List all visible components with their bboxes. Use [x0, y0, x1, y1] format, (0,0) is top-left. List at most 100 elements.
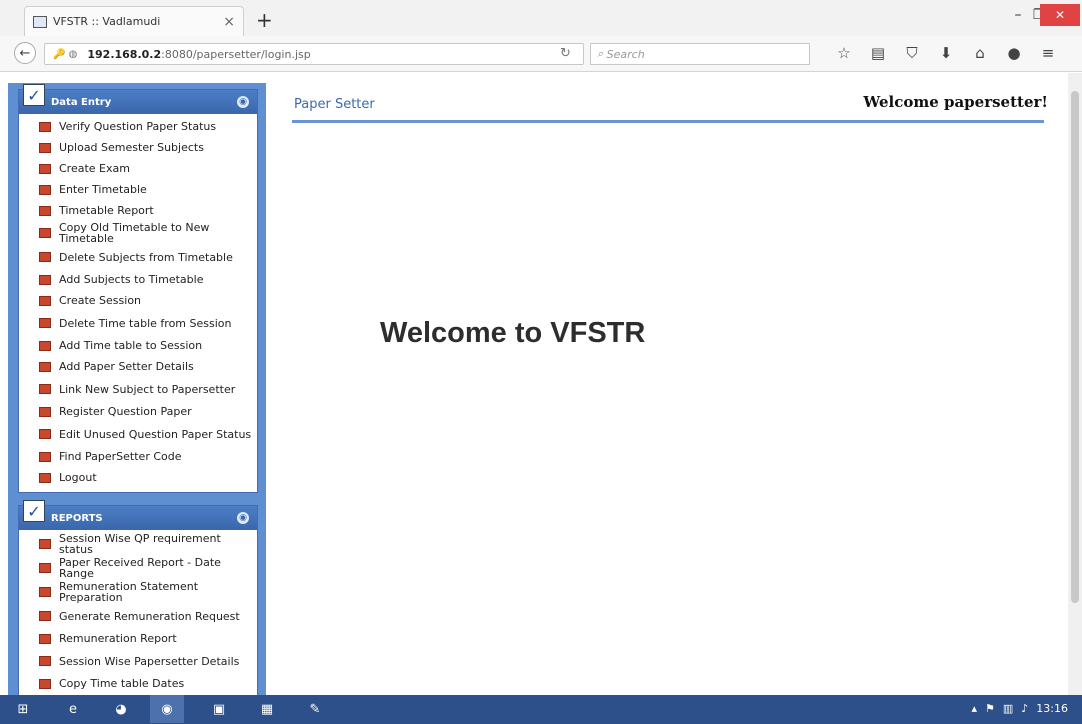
menu-item-copy-time-table-dates[interactable]: Copy Time table Dates: [25, 673, 253, 694]
menu-bullet-icon: [39, 633, 51, 644]
menu-item-delete-subjects-from-timetable[interactable]: Delete Subjects from Timetable: [25, 245, 253, 269]
menu-bullet-icon: [39, 472, 51, 483]
site-favicon-icon: [33, 15, 47, 28]
menu-bullet-icon: [39, 587, 51, 597]
search-input[interactable]: ⌕ Search: [590, 43, 810, 65]
menu-item-find-papersetter-code[interactable]: Find PaperSetter Code: [25, 446, 253, 467]
collapse-icon[interactable]: ◉: [237, 512, 249, 524]
home-icon[interactable]: ⌂: [970, 44, 990, 62]
menu-bullet-icon: [39, 340, 51, 351]
system-tray: ▴ ⚑ ▥ ♪ 13:16: [971, 702, 1068, 715]
reports-header[interactable]: ✓ REPORTS ◉: [19, 500, 257, 530]
menu-bullet-icon: [39, 429, 51, 439]
menu-bullet-icon: [39, 274, 51, 285]
menu-item-link-new-subject[interactable]: Link New Subject to Papersetter: [25, 377, 253, 401]
menu-item-edit-unused-question-paper-status[interactable]: Edit Unused Question Paper Status: [25, 422, 253, 446]
checkmark-icon: ✓: [23, 84, 45, 106]
menu-bullet-icon: [39, 252, 51, 262]
menu-bullet-icon: [39, 563, 51, 573]
network-icon[interactable]: ▥: [1003, 702, 1013, 715]
menu-item-create-exam[interactable]: Create Exam: [25, 158, 253, 179]
menu-item-add-subjects-to-timetable[interactable]: Add Subjects to Timetable: [25, 269, 253, 290]
menu-item-register-question-paper[interactable]: Register Question Paper: [25, 401, 253, 422]
data-entry-header[interactable]: ✓ Data Entry ◉: [19, 84, 257, 114]
menu-item-timetable-report[interactable]: Timetable Report: [25, 200, 253, 221]
url-host: 192.168.0.2: [87, 47, 162, 61]
site-info-icon[interactable]: 🔑 ◍: [53, 49, 77, 60]
menu-item-remuneration-statement[interactable]: Remuneration Statement Preparation: [25, 580, 253, 604]
menu-icon[interactable]: ≡: [1038, 44, 1058, 62]
menu-bullet-icon: [39, 361, 51, 372]
menu-bullet-icon: [39, 205, 51, 216]
menu-item-generate-remuneration-request[interactable]: Generate Remuneration Request: [25, 604, 253, 628]
page-header: Paper Setter Welcome papersetter!: [292, 93, 1048, 123]
tab-close-icon[interactable]: ×: [223, 14, 235, 30]
browser-nav-bar: ← 🔑 ◍ 192.168.0.2 :8080/papersetter/logi…: [0, 36, 1082, 72]
menu-item-paper-received-report[interactable]: Paper Received Report - Date Range: [25, 556, 253, 580]
clock[interactable]: 13:16: [1036, 702, 1068, 715]
volume-icon[interactable]: ♪: [1021, 702, 1028, 715]
menu-bullet-icon: [39, 384, 51, 394]
sidebar: ✓ Data Entry ◉ Verify Question Paper Sta…: [8, 83, 266, 695]
pocket-icon[interactable]: ⛉: [902, 44, 922, 62]
menu-bullet-icon: [39, 121, 51, 132]
menu-item-add-time-table-to-session[interactable]: Add Time table to Session: [25, 335, 253, 356]
menu-item-create-session[interactable]: Create Session: [25, 290, 253, 311]
welcome-heading: Welcome to VFSTR: [380, 317, 646, 349]
browser-tab-bar: VFSTR :: Vadlamudi × + – ❐ ✕: [0, 0, 1082, 36]
scrollbar-thumb[interactable]: [1071, 91, 1079, 603]
collapse-icon[interactable]: ◉: [237, 96, 249, 108]
data-entry-panel: ✓ Data Entry ◉ Verify Question Paper Sta…: [18, 84, 258, 493]
tray-arrow-icon[interactable]: ▴: [971, 702, 977, 715]
download-icon[interactable]: ⬇: [936, 44, 956, 62]
app-icon[interactable]: ▣: [208, 699, 230, 719]
chat-icon[interactable]: ●: [1004, 44, 1024, 62]
menu-item-logout[interactable]: Logout: [25, 467, 253, 488]
chrome-icon[interactable]: ◕: [110, 699, 132, 719]
app-title: Paper Setter: [294, 97, 375, 112]
url-bar[interactable]: 🔑 ◍ 192.168.0.2 :8080/papersetter/login.…: [44, 43, 584, 65]
menu-bullet-icon: [39, 318, 51, 328]
menu-bullet-icon: [39, 539, 51, 549]
menu-bullet-icon: [39, 295, 51, 306]
menu-bullet-icon: [39, 611, 51, 621]
start-icon[interactable]: ⊞: [12, 699, 34, 719]
menu-item-session-wise-papersetter-details[interactable]: Session Wise Papersetter Details: [25, 649, 253, 673]
firefox-icon[interactable]: ◉: [150, 695, 184, 723]
menu-bullet-icon: [39, 142, 51, 153]
reload-icon[interactable]: ↻: [560, 46, 571, 61]
welcome-user-text: Welcome papersetter!: [863, 93, 1048, 111]
bookmark-star-icon[interactable]: ☆: [834, 44, 854, 62]
flag-icon[interactable]: ⚑: [985, 702, 995, 715]
files-icon[interactable]: ✎: [304, 699, 326, 719]
reading-list-icon[interactable]: ▤: [868, 44, 888, 62]
menu-item-session-wise-qp-requirement[interactable]: Session Wise QP requirement status: [25, 532, 253, 556]
menu-item-verify-question-paper-status[interactable]: Verify Question Paper Status: [25, 116, 253, 137]
data-entry-title: Data Entry: [51, 96, 112, 108]
new-tab-button[interactable]: +: [256, 8, 273, 32]
search-placeholder: Search: [606, 47, 645, 61]
page-scrollbar[interactable]: [1068, 73, 1082, 695]
minimize-icon[interactable]: –: [1008, 4, 1028, 26]
menu-item-delete-time-table-from-session[interactable]: Delete Time table from Session: [25, 311, 253, 335]
menu-item-enter-timetable[interactable]: Enter Timetable: [25, 179, 253, 200]
menu-bullet-icon: [39, 656, 51, 666]
menu-item-remuneration-report[interactable]: Remuneration Report: [25, 628, 253, 649]
menu-item-copy-old-timetable[interactable]: Copy Old Timetable to New Timetable: [25, 221, 253, 245]
reports-panel: ✓ REPORTS ◉ Session Wise QP requirement …: [18, 500, 258, 695]
excel-icon[interactable]: ▦: [256, 699, 278, 719]
menu-bullet-icon: [39, 678, 51, 689]
back-arrow-icon[interactable]: ←: [14, 42, 36, 64]
checkmark-icon: ✓: [23, 500, 45, 522]
tab-title: VFSTR :: Vadlamudi: [53, 15, 161, 28]
browser-tab[interactable]: VFSTR :: Vadlamudi ×: [24, 6, 244, 36]
toolbar-icons: ☆ ▤ ⛉ ⬇ ⌂ ● ≡: [834, 44, 1058, 62]
menu-item-add-paper-setter-details[interactable]: Add Paper Setter Details: [25, 356, 253, 377]
menu-item-upload-semester-subjects[interactable]: Upload Semester Subjects: [25, 137, 253, 158]
data-entry-menu: Verify Question Paper Status Upload Seme…: [19, 114, 257, 492]
menu-bullet-icon: [39, 228, 51, 238]
reports-title: REPORTS: [51, 512, 103, 524]
window-close-icon[interactable]: ✕: [1040, 4, 1080, 26]
menu-bullet-icon: [39, 451, 51, 462]
ie-icon[interactable]: e: [62, 699, 84, 719]
